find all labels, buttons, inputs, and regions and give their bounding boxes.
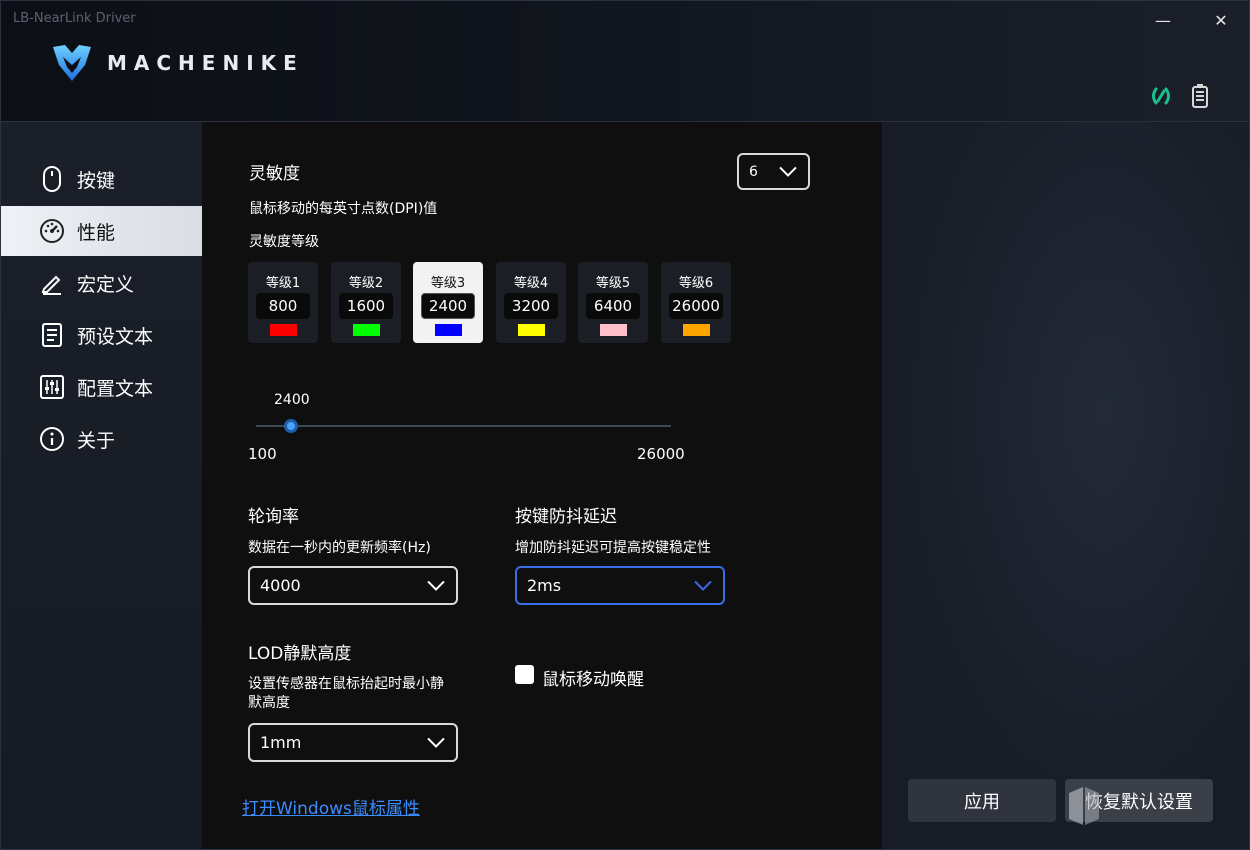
link-status-icon	[1152, 87, 1170, 105]
level-name: 等级2	[348, 276, 384, 291]
level-color-swatch[interactable]	[600, 324, 627, 336]
level-color-swatch[interactable]	[353, 324, 380, 336]
slider-min-label: 100	[248, 445, 277, 463]
dpi-slider-track[interactable]	[256, 425, 671, 427]
lod-dropdown[interactable]: 1mm	[248, 723, 458, 762]
right-background	[882, 122, 1249, 849]
dpi-level-4[interactable]: 等级4 3200	[496, 262, 566, 343]
window-title: LB-NearLink Driver	[13, 11, 136, 26]
debounce-title: 按键防抖延迟	[515, 507, 617, 527]
level-value[interactable]: 800	[256, 293, 310, 319]
lod-value: 1mm	[260, 733, 302, 752]
sidebar: 按键 性能 宏定义 预设文本 配置文本 关于	[1, 122, 202, 849]
dpi-level-6[interactable]: 等级6 26000	[661, 262, 731, 343]
dpi-level-1[interactable]: 等级1 800	[248, 262, 318, 343]
level-name: 等级3	[430, 276, 466, 291]
level-color-swatch[interactable]	[270, 324, 297, 336]
wake-on-move-label[interactable]: 鼠标移动唤醒	[542, 665, 644, 690]
level-name: 等级1	[265, 276, 301, 291]
machenike-logo-icon	[53, 45, 91, 81]
debounce-value: 2ms	[527, 576, 562, 595]
chevron-down-icon	[427, 737, 445, 748]
document-icon	[39, 322, 65, 348]
sidebar-item-keys[interactable]: 按键	[1, 154, 202, 204]
lod-desc-line1: 设置传感器在鼠标抬起时最小静	[248, 676, 444, 692]
sensitivity-desc: 鼠标移动的每英寸点数(DPI)值	[249, 201, 438, 217]
level-name: 等级6	[678, 276, 714, 291]
dpi-slider-thumb[interactable]	[284, 419, 298, 433]
wake-on-move-checkbox[interactable]	[515, 665, 534, 684]
speedometer-icon	[39, 218, 65, 244]
open-windows-mouse-properties-link[interactable]: 打开Windows鼠标属性	[242, 794, 420, 819]
sidebar-item-label: 关于	[77, 429, 116, 452]
minimize-button[interactable]: —	[1143, 5, 1183, 35]
sidebar-item-performance[interactable]: 性能	[1, 206, 202, 256]
mouse-icon	[39, 166, 65, 192]
apply-button[interactable]: 应用	[908, 779, 1056, 822]
pen-icon	[39, 270, 65, 296]
battery-icon	[1192, 84, 1208, 108]
sidebar-item-macro[interactable]: 宏定义	[1, 258, 202, 308]
dpi-level-3[interactable]: 等级3 2400	[413, 262, 483, 343]
sidebar-item-label: 性能	[77, 221, 116, 244]
lod-title: LOD静默高度	[248, 644, 352, 664]
polling-rate-dropdown[interactable]: 4000	[248, 566, 458, 605]
slider-max-label: 26000	[637, 445, 685, 463]
sidebar-item-label: 配置文本	[77, 377, 154, 400]
chevron-down-icon	[694, 580, 712, 591]
level-color-swatch[interactable]	[435, 324, 462, 336]
polling-title: 轮询率	[248, 507, 299, 527]
chevron-down-icon	[427, 580, 445, 591]
level-name: 等级4	[513, 276, 549, 291]
sidebar-item-config-text[interactable]: 配置文本	[1, 362, 202, 412]
level-color-swatch[interactable]	[518, 324, 545, 336]
level-value[interactable]: 1600	[339, 293, 393, 319]
polling-desc: 数据在一秒内的更新频率(Hz)	[248, 540, 431, 556]
sidebar-item-label: 按键	[77, 169, 116, 192]
sliders-icon	[39, 374, 65, 400]
dpi-level-5[interactable]: 等级5 6400	[578, 262, 648, 343]
level-color-swatch[interactable]	[683, 324, 710, 336]
brand-logo: MACHENIKE	[51, 43, 304, 83]
level-value[interactable]: 26000	[669, 293, 723, 319]
lod-desc-line2: 默高度	[248, 695, 290, 711]
debounce-dropdown[interactable]: 2ms	[515, 566, 725, 605]
polling-rate-value: 4000	[260, 576, 301, 595]
header-bar: LB-NearLink Driver — ✕ MACHENIKE	[1, 1, 1249, 122]
watermark-logo-icon	[1069, 787, 1099, 825]
levels-title: 灵敏度等级	[249, 234, 319, 250]
debounce-desc: 增加防抖延迟可提高按键稳定性	[515, 540, 711, 556]
sensitivity-title: 灵敏度	[249, 164, 300, 184]
slider-current-value: 2400	[274, 392, 310, 408]
dpi-level-2[interactable]: 等级2 1600	[331, 262, 401, 343]
sidebar-item-label: 宏定义	[77, 273, 135, 296]
level-value[interactable]: 2400	[421, 293, 475, 319]
brand-name: MACHENIKE	[107, 51, 304, 75]
level-count-value: 6	[749, 163, 758, 180]
sidebar-item-about[interactable]: 关于	[1, 414, 202, 464]
sidebar-item-label: 预设文本	[77, 325, 154, 348]
level-value[interactable]: 3200	[504, 293, 558, 319]
level-name: 等级5	[595, 276, 631, 291]
level-value[interactable]: 6400	[586, 293, 640, 319]
sidebar-item-preset-text[interactable]: 预设文本	[1, 310, 202, 360]
level-count-dropdown[interactable]: 6	[737, 153, 810, 190]
info-icon	[39, 426, 65, 452]
chevron-down-icon	[779, 166, 797, 177]
close-button[interactable]: ✕	[1201, 5, 1241, 35]
app-window: LB-NearLink Driver — ✕ MACHENIKE 按键 性能 宏…	[0, 0, 1250, 850]
